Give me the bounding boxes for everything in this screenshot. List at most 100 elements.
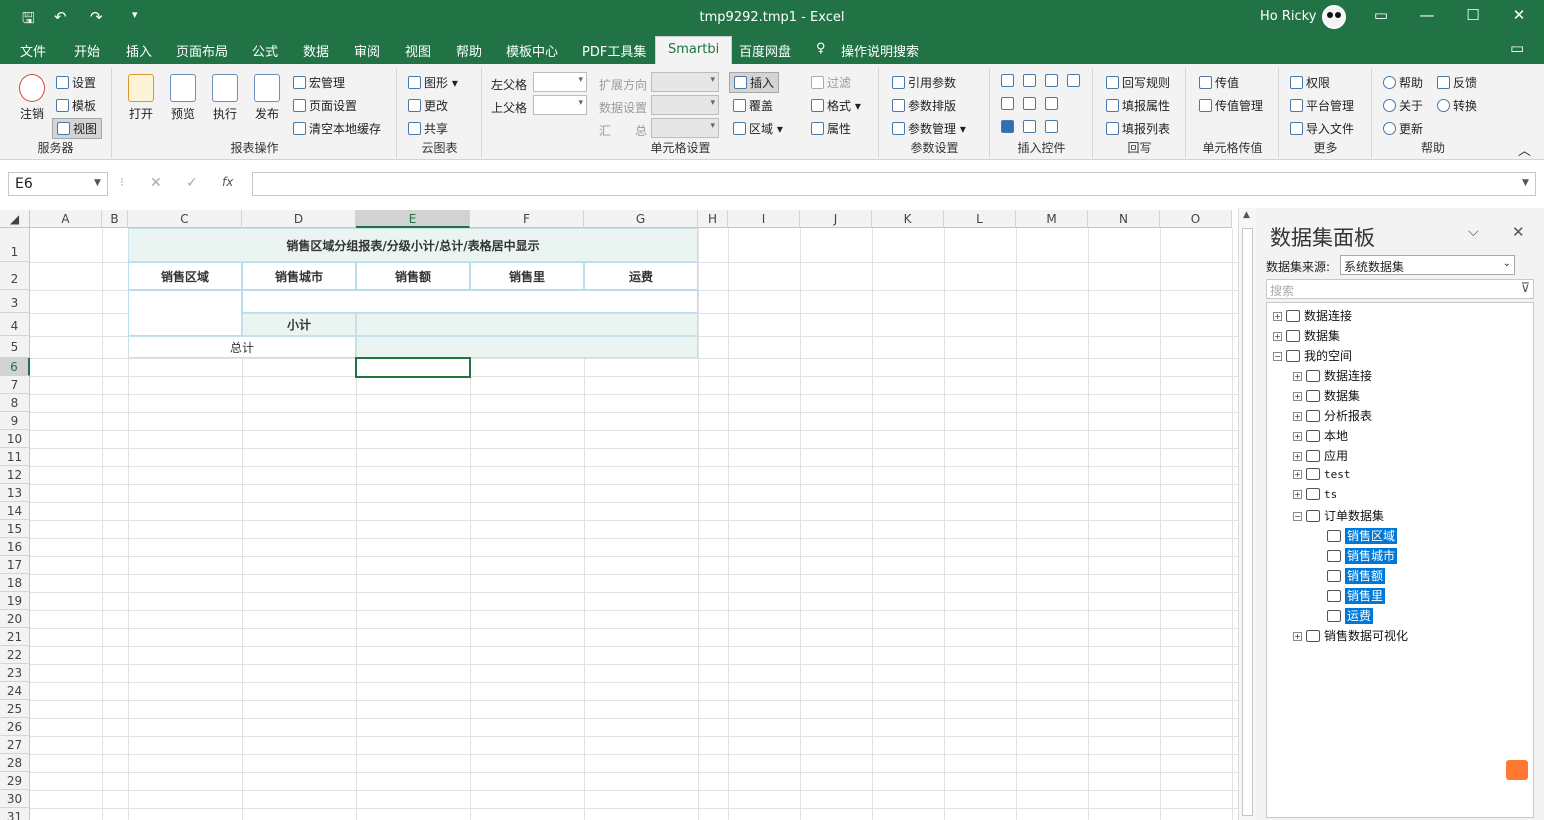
- tree-field-sales-region[interactable]: 销售区域: [1327, 527, 1398, 544]
- subtotal-cell[interactable]: 小计: [242, 313, 356, 336]
- detail-row[interactable]: [242, 290, 698, 313]
- execute-button[interactable]: 执行: [205, 74, 245, 122]
- name-box-dropdown-icon[interactable]: ▼: [94, 178, 101, 188]
- ref-param-button[interactable]: 引用参数: [892, 74, 956, 91]
- row-header-24[interactable]: 24: [0, 682, 30, 700]
- row-header-15[interactable]: 15: [0, 520, 30, 538]
- tab-smartbi[interactable]: Smartbi: [655, 36, 733, 66]
- scroll-up-icon[interactable]: ▲: [1243, 210, 1250, 220]
- row-header-21[interactable]: 21: [0, 628, 30, 646]
- expand-formula-icon[interactable]: ▼: [1522, 178, 1529, 188]
- preview-button[interactable]: 预览: [163, 74, 203, 122]
- view-button[interactable]: 视图: [52, 118, 103, 139]
- col-header-a[interactable]: A: [30, 210, 102, 228]
- ime-indicator-icon[interactable]: [1506, 760, 1528, 780]
- textbox-control-icon[interactable]: [1045, 74, 1061, 88]
- summary-select[interactable]: [651, 118, 719, 138]
- page-setup-button[interactable]: 页面设置: [293, 97, 357, 114]
- scrollbar-thumb[interactable]: [1242, 228, 1253, 816]
- expand-icon[interactable]: +: [1293, 452, 1302, 461]
- col-header-d[interactable]: D: [242, 210, 356, 228]
- change-chart-button[interactable]: 更改: [408, 97, 448, 114]
- col-header-g[interactable]: G: [584, 210, 698, 228]
- filter-button[interactable]: 过滤: [811, 74, 851, 91]
- dataset-tree[interactable]: + 数据连接 + 数据集 − 我的空间 + 数据连接 + 数据集 + 分析报表 + 本地 + 应…: [1266, 302, 1534, 818]
- share-chart-button[interactable]: 共享: [408, 120, 448, 137]
- pass-value-button[interactable]: 传值: [1199, 74, 1239, 91]
- header-freight[interactable]: 运费: [584, 262, 698, 290]
- col-header-m[interactable]: M: [1016, 210, 1088, 228]
- expand-icon[interactable]: +: [1293, 490, 1302, 499]
- source-select[interactable]: 系统数据集 ⌄: [1340, 255, 1515, 275]
- avatar[interactable]: [1322, 5, 1346, 29]
- row-header-28[interactable]: 28: [0, 754, 30, 772]
- enter-icon[interactable]: ✓: [186, 175, 198, 191]
- area-button[interactable]: 区域 ▾: [733, 120, 783, 137]
- tree-control-icon[interactable]: [1023, 97, 1039, 111]
- row-header-23[interactable]: 23: [0, 664, 30, 682]
- tab-view[interactable]: 视图: [405, 41, 431, 60]
- permission-button[interactable]: 权限: [1290, 74, 1330, 91]
- attribute-button[interactable]: 属性: [811, 120, 851, 137]
- param-layout-button[interactable]: 参数排版: [892, 97, 956, 114]
- row-header-2[interactable]: 2: [0, 262, 30, 290]
- col-header-c[interactable]: C: [128, 210, 242, 228]
- overwrite-mode-button[interactable]: 覆盖: [733, 97, 773, 114]
- tree-node-local[interactable]: + 本地: [1293, 427, 1348, 444]
- tab-review[interactable]: 审阅: [354, 41, 380, 60]
- tree-node-datasets[interactable]: + 数据集: [1273, 327, 1340, 344]
- subtotal-values[interactable]: [356, 313, 698, 336]
- combobox-control-icon[interactable]: [1023, 74, 1039, 88]
- selected-cell-e6[interactable]: [355, 357, 471, 378]
- collapse-icon[interactable]: −: [1273, 352, 1282, 361]
- row-header-10[interactable]: 10: [0, 430, 30, 448]
- expand-icon[interactable]: +: [1273, 332, 1282, 341]
- text-area-control-icon[interactable]: [1045, 120, 1061, 134]
- search-input[interactable]: 搜索 ⊽: [1266, 279, 1534, 299]
- row-header-31[interactable]: 31: [0, 808, 30, 820]
- vertical-scrollbar[interactable]: ▲: [1238, 208, 1256, 820]
- expand-icon[interactable]: +: [1293, 632, 1302, 641]
- about-button[interactable]: 关于: [1383, 97, 1423, 114]
- expand-direction-select[interactable]: [651, 72, 719, 92]
- row-header-6[interactable]: 6: [0, 358, 30, 376]
- worksheet[interactable]: ◢ A B C D E F G H I J K L M N O 1 2 3 4 …: [0, 208, 1238, 820]
- tree-node-apps[interactable]: + 应用: [1293, 447, 1348, 464]
- minimize-icon[interactable]: —: [1412, 6, 1442, 24]
- fill-attr-button[interactable]: 填报属性: [1106, 97, 1170, 114]
- formula-input[interactable]: [252, 172, 1536, 196]
- row-header-7[interactable]: 7: [0, 376, 30, 394]
- tree-node-order-dataset[interactable]: − 订单数据集: [1293, 507, 1384, 524]
- row-header-5[interactable]: 5: [0, 336, 30, 358]
- tab-pdf-tools[interactable]: PDF工具集: [582, 41, 646, 60]
- row-header-17[interactable]: 17: [0, 556, 30, 574]
- header-sales-region[interactable]: 销售区域: [128, 262, 242, 290]
- col-header-k[interactable]: K: [872, 210, 944, 228]
- chart-button[interactable]: 图形 ▾: [408, 74, 458, 91]
- row-header-9[interactable]: 9: [0, 412, 30, 430]
- col-header-h[interactable]: H: [698, 210, 728, 228]
- row-header-1[interactable]: 1: [0, 228, 30, 262]
- expand-icon[interactable]: +: [1293, 432, 1302, 441]
- row-header-19[interactable]: 19: [0, 592, 30, 610]
- row-header-12[interactable]: 12: [0, 466, 30, 484]
- tree-node-sales-visualization[interactable]: + 销售数据可视化: [1293, 627, 1408, 644]
- macro-manage-button[interactable]: 宏管理: [293, 74, 345, 91]
- image-control-icon[interactable]: [1045, 97, 1061, 111]
- col-header-n[interactable]: N: [1088, 210, 1160, 228]
- data-settings-select[interactable]: [651, 95, 719, 115]
- collapse-icon[interactable]: −: [1293, 512, 1302, 521]
- comments-icon[interactable]: ▭: [1510, 39, 1524, 57]
- row-header-30[interactable]: 30: [0, 790, 30, 808]
- calendar-control-icon[interactable]: [1067, 74, 1083, 88]
- header-sales-city[interactable]: 销售城市: [242, 262, 356, 290]
- open-button[interactable]: 打开: [121, 74, 161, 122]
- collapse-ribbon-icon[interactable]: ︿: [1518, 140, 1531, 159]
- tree-node-my-space[interactable]: − 我的空间: [1273, 347, 1352, 364]
- col-header-j[interactable]: J: [800, 210, 872, 228]
- row-header-29[interactable]: 29: [0, 772, 30, 790]
- expand-icon[interactable]: +: [1293, 470, 1302, 479]
- header-sales-volume[interactable]: 销售里: [470, 262, 584, 290]
- import-file-button[interactable]: 导入文件: [1290, 120, 1354, 137]
- fill-list-button[interactable]: 填报列表: [1106, 120, 1170, 137]
